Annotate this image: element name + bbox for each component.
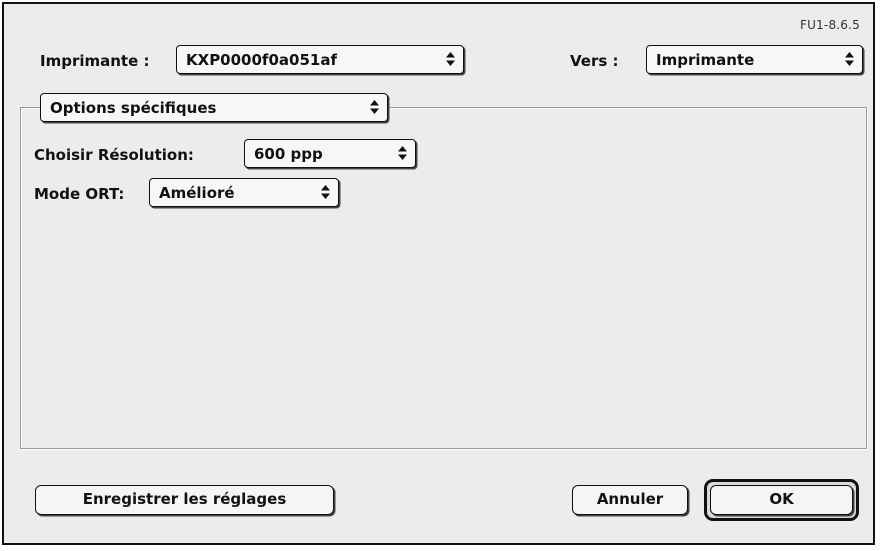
cancel-button[interactable]: Annuler — [572, 485, 688, 515]
ort-mode-label: Mode ORT: — [34, 185, 125, 203]
print-dialog: FU1-8.6.5 Imprimante : KXP0000f0a051af V… — [2, 2, 875, 545]
destination-popup[interactable]: Imprimante — [646, 45, 863, 74]
save-settings-button[interactable]: Enregistrer les réglages — [35, 485, 334, 515]
section-popup-value: Options spécifiques — [50, 99, 217, 117]
up-down-arrows-icon — [446, 52, 455, 66]
ok-button[interactable]: OK — [710, 485, 853, 515]
resolution-popup-value: 600 ppp — [254, 145, 323, 163]
up-down-arrows-icon — [845, 52, 854, 66]
printer-popup[interactable]: KXP0000f0a051af — [176, 45, 464, 74]
ort-mode-popup[interactable]: Amélioré — [149, 178, 339, 207]
up-down-arrows-icon — [398, 146, 407, 160]
up-down-arrows-icon — [321, 185, 330, 199]
up-down-arrows-icon — [370, 100, 379, 114]
ort-mode-popup-value: Amélioré — [159, 184, 235, 202]
version-label: FU1-8.6.5 — [800, 18, 860, 32]
destination-label: Vers : — [570, 52, 619, 70]
printer-label: Imprimante : — [40, 52, 150, 70]
resolution-label: Choisir Résolution: — [34, 146, 194, 164]
section-popup[interactable]: Options spécifiques — [40, 93, 388, 122]
printer-popup-value: KXP0000f0a051af — [186, 51, 337, 69]
destination-popup-value: Imprimante — [656, 51, 755, 69]
resolution-popup[interactable]: 600 ppp — [244, 139, 416, 168]
